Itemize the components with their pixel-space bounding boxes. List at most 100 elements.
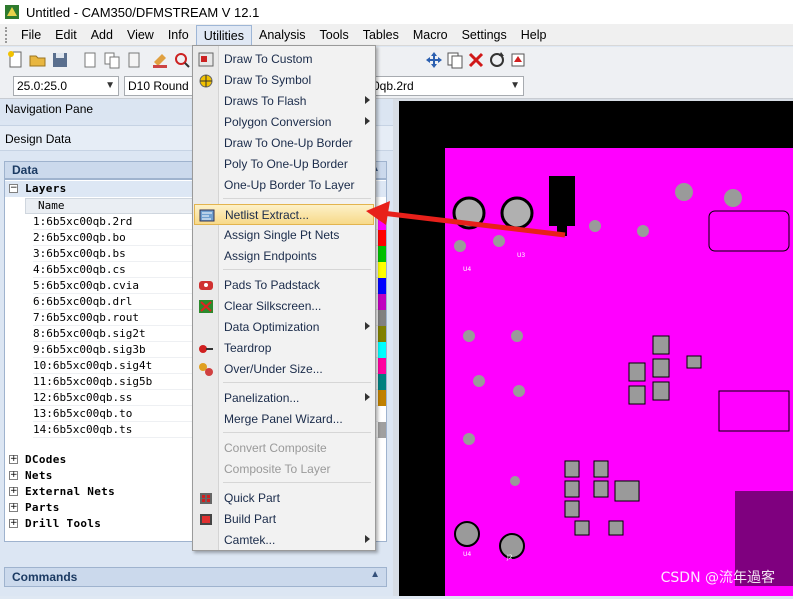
menu-item-netlist-extract[interactable]: Netlist Extract... [194,204,374,225]
menu-file[interactable]: File [14,25,48,45]
menu-settings[interactable]: Settings [455,25,514,45]
expand-node-icon[interactable]: + [9,487,18,496]
external-nets-label: External Nets [25,485,115,498]
menu-item-build-part[interactable]: Build Part [194,509,374,530]
commands-label: Commands [12,570,78,584]
layer-color-swatch[interactable] [378,390,386,406]
copy-pages-icon[interactable] [445,50,465,70]
page-icon[interactable] [124,50,144,70]
mirror-icon[interactable] [508,50,528,70]
menu-item-camtek[interactable]: Camtek... [194,530,374,551]
layer-color-swatch[interactable] [378,406,386,422]
menu-item-label: Assign Single Pt Nets [224,228,340,242]
rotate-icon[interactable] [487,50,507,70]
build-part-icon [198,512,214,527]
menubar-grip[interactable] [5,26,11,43]
layer-color-swatch[interactable] [378,294,386,310]
submenu-arrow-icon [365,535,370,543]
menu-item-pads-to-padstack[interactable]: Pads To Padstack [194,275,374,296]
menu-item-label: Build Part [224,512,277,526]
pcb-view[interactable]: U4 J2 U3 U4 [399,101,793,596]
layer-color-swatch[interactable] [378,358,386,374]
menu-item-label: Camtek... [224,533,276,547]
menu-item-draw-to-one-up-border[interactable]: Draw To One-Up Border [194,133,374,154]
paint-icon[interactable] [150,50,170,70]
move-arrows-icon[interactable] [424,50,444,70]
menu-item-assign-endpoints[interactable]: Assign Endpoints [194,246,374,267]
chevron-down-icon: ▼ [510,80,520,91]
layer-color-swatch[interactable] [378,326,386,342]
zoom-red-icon[interactable] [172,50,192,70]
menu-item-label: Over/Under Size... [224,362,323,376]
menu-item-label: Draw To Symbol [224,73,312,87]
menu-item-over-under-size[interactable]: Over/Under Size... [194,359,374,380]
menu-add[interactable]: Add [84,25,120,45]
submenu-arrow-icon [365,322,370,330]
menu-item-label: Draw To One-Up Border [224,136,353,150]
coordinate-combo[interactable]: 25.0:25.0 ▼ [13,76,119,96]
menu-item-polygon-conversion[interactable]: Polygon Conversion [194,112,374,133]
menu-tables[interactable]: Tables [356,25,406,45]
menu-macro[interactable]: Macro [406,25,455,45]
menu-item-label: Convert Composite [224,441,327,455]
menu-bar: File Edit Add View Info Utilities Analys… [0,24,793,46]
collapse-icon[interactable]: ▲ [370,569,380,580]
layer-color-swatch[interactable] [378,374,386,390]
delete-icon[interactable] [466,50,486,70]
menu-tools[interactable]: Tools [313,25,356,45]
menu-edit[interactable]: Edit [48,25,84,45]
expand-node-icon[interactable]: + [9,455,18,464]
menu-item-label: Data Optimization [224,320,320,334]
menu-item-poly-to-one-up-border[interactable]: Poly To One-Up Border [194,154,374,175]
menu-item-label: Polygon Conversion [224,115,332,129]
menu-item-draw-to-symbol[interactable]: Draw To Symbol [194,70,374,91]
menu-item-draw-to-custom[interactable]: Draw To Custom [194,49,374,70]
coordinate-value: 25.0:25.0 [17,79,68,93]
layer-color-swatch[interactable] [378,246,386,262]
clear-silkscreen-icon [198,299,214,314]
menu-item-data-optimization[interactable]: Data Optimization [194,317,374,338]
save-icon[interactable] [50,50,70,70]
commands-section-header[interactable]: Commands ▲ [4,567,387,587]
menu-item-clear-silkscreen[interactable]: Clear Silkscreen... [194,296,374,317]
menu-item-teardrop[interactable]: Teardrop [194,338,374,359]
menu-item-quick-part[interactable]: Quick Part [194,488,374,509]
pcb-canvas[interactable]: U4 J2 U3 U4 [393,99,793,596]
menu-info[interactable]: Info [161,25,196,45]
document-icon[interactable] [80,50,100,70]
menu-item-assign-single-pt-nets[interactable]: Assign Single Pt Nets [194,225,374,246]
menu-item-panelization[interactable]: Panelization... [194,388,374,409]
pcb-label-u3: U3 [517,252,525,259]
menu-item-label: Netlist Extract... [225,208,310,222]
menu-analysis[interactable]: Analysis [252,25,313,45]
copy-icon[interactable] [102,50,122,70]
menu-item-draws-to-flash[interactable]: Draws To Flash [194,91,374,112]
layer-color-swatch[interactable] [378,310,386,326]
menu-item-merge-panel-wizard[interactable]: Merge Panel Wizard... [194,409,374,430]
dcodes-label: DCodes [25,453,67,466]
layer-color-swatch[interactable] [378,342,386,358]
over-under-size-icon [198,362,214,377]
expand-node-icon[interactable]: + [9,471,18,480]
utilities-dropdown-menu: Draw To Custom Draw To Symbol Draws To Fla… [192,45,376,551]
menu-separator [223,432,371,433]
layer-color-swatch[interactable] [378,422,386,438]
pcb-label-u4b: U4 [463,551,471,558]
menu-separator [223,198,371,199]
expand-node-icon[interactable]: + [9,503,18,512]
open-folder-icon[interactable] [28,50,48,70]
layer-color-swatch[interactable] [378,278,386,294]
menu-item-label: Composite To Layer [224,462,331,476]
menu-item-one-up-border-to-layer[interactable]: One-Up Border To Layer [194,175,374,196]
dcode-combo[interactable]: D10 Round [124,76,194,96]
layer-combo[interactable]: 0qb.2rd ▼ [370,76,524,96]
menu-item-label: Assign Endpoints [224,249,317,263]
new-file-icon[interactable] [6,50,26,70]
menu-view[interactable]: View [120,25,161,45]
menu-help[interactable]: Help [514,25,554,45]
menu-utilities[interactable]: Utilities [195,24,252,45]
expand-node-icon[interactable]: + [9,519,18,528]
collapse-node-icon[interactable]: − [9,184,18,193]
layer-color-swatch[interactable] [378,262,386,278]
quick-part-icon [198,491,214,506]
